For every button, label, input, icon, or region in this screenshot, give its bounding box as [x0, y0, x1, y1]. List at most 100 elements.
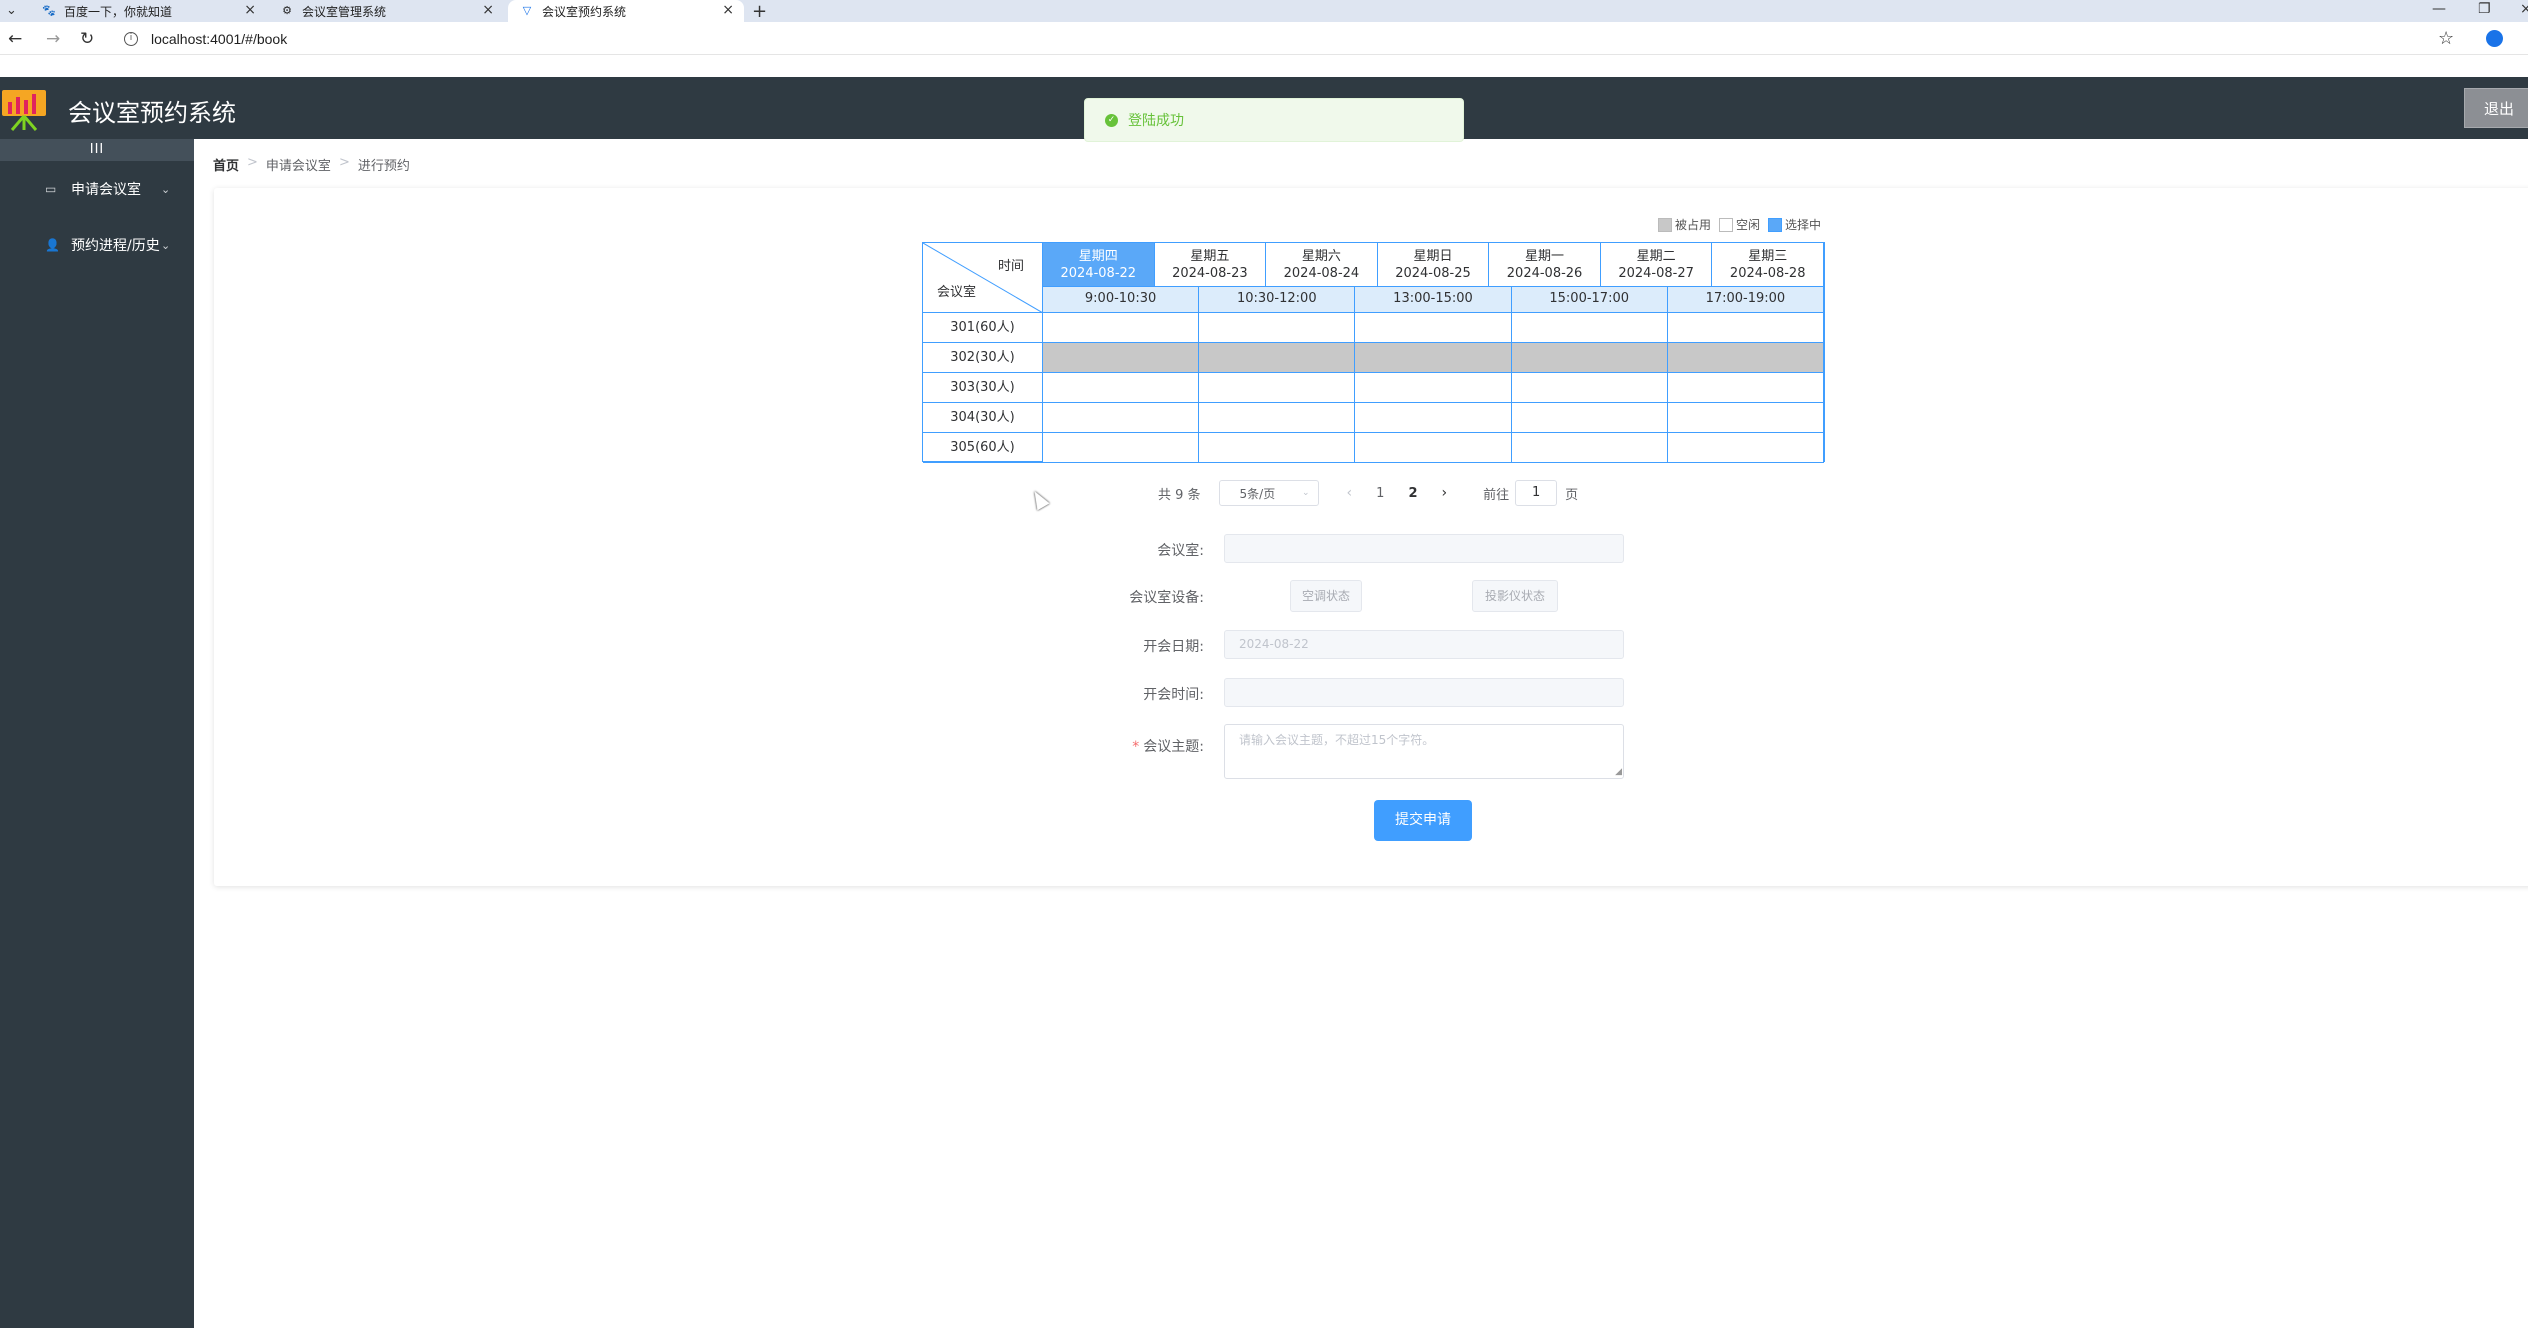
- breadcrumb-home[interactable]: 首页: [213, 155, 239, 174]
- legend-selected-label: 选择中: [1785, 218, 1822, 232]
- site-info-icon[interactable]: i: [124, 32, 138, 46]
- close-window-icon[interactable]: ×: [2520, 1, 2528, 17]
- resize-grip-icon[interactable]: ◢: [1615, 768, 1622, 777]
- day-header[interactable]: 星期四 2024-08-22: [1043, 243, 1155, 287]
- tab-search-icon[interactable]: ⌄: [6, 3, 22, 19]
- room-label: 302(30人): [923, 343, 1043, 373]
- tab-title: 会议室预约系统: [542, 4, 627, 19]
- booking-cell-free[interactable]: [1043, 433, 1200, 463]
- day-header[interactable]: 星期一 2024-08-26: [1489, 243, 1601, 287]
- booking-cell-free[interactable]: [1511, 403, 1668, 433]
- booking-cell-free[interactable]: [1043, 313, 1200, 343]
- room-label: 会议室:: [1157, 543, 1204, 559]
- booking-cell-free[interactable]: [1199, 373, 1356, 403]
- booking-cell-occupied: [1043, 343, 1200, 373]
- page-number-1[interactable]: 1: [1376, 486, 1384, 501]
- time-label: 开会时间:: [1143, 687, 1204, 703]
- page-suffix: 页: [1565, 487, 1579, 503]
- booking-cell-free[interactable]: [1199, 313, 1356, 343]
- sidebar-item-history[interactable]: 👤 预约进程/历史 ⌄: [0, 225, 194, 265]
- topic-textarea[interactable]: 请输入会议主题，不超过15个字符。 ◢: [1224, 724, 1624, 779]
- booking-cell-free[interactable]: [1667, 433, 1824, 463]
- time-slot-header: 17:00-19:00: [1667, 287, 1824, 313]
- browser-tab-booking[interactable]: ▽ 会议室预约系统 ×: [508, 0, 744, 22]
- toast-message: 登陆成功: [1128, 113, 1184, 129]
- booking-cell-free[interactable]: [1667, 403, 1824, 433]
- profile-avatar-icon[interactable]: [2486, 30, 2503, 47]
- browser-tab-admin[interactable]: ⚙ 会议室管理系统 ×: [268, 0, 504, 22]
- submit-button[interactable]: 提交申请: [1374, 800, 1472, 841]
- booking-cell-free[interactable]: [1043, 403, 1200, 433]
- room-label: 303(30人): [923, 373, 1043, 403]
- booking-cell-free[interactable]: [1355, 433, 1512, 463]
- booking-cell-free[interactable]: [1511, 433, 1668, 463]
- booking-cell-free[interactable]: [1355, 313, 1512, 343]
- day-date: 2024-08-27: [1618, 266, 1694, 281]
- booking-cell-occupied: [1355, 343, 1512, 373]
- booking-cell-occupied: [1667, 343, 1824, 373]
- topic-label-text: 会议主题:: [1143, 739, 1204, 755]
- booking-cell-free[interactable]: [1199, 433, 1356, 463]
- new-tab-button[interactable]: +: [752, 1, 767, 22]
- goto-page-input[interactable]: 1: [1515, 480, 1558, 506]
- topic-placeholder: 请输入会议主题，不超过15个字符。: [1239, 733, 1435, 747]
- app-title: 会议室预约系统: [68, 99, 236, 127]
- day-header[interactable]: 星期二 2024-08-27: [1600, 243, 1713, 287]
- url-field[interactable]: localhost:4001/#/book: [151, 31, 287, 47]
- booking-cell-free[interactable]: [1667, 313, 1824, 343]
- legend-free: 空闲: [1719, 216, 1760, 233]
- day-header[interactable]: 星期日 2024-08-25: [1377, 243, 1490, 287]
- tab-title: 百度一下，你就知道: [64, 4, 173, 19]
- day-header[interactable]: 星期六 2024-08-24: [1266, 243, 1378, 287]
- booking-cell-free[interactable]: [1511, 313, 1668, 343]
- minimize-icon[interactable]: —: [2432, 1, 2446, 17]
- bookmark-star-icon[interactable]: ☆: [2438, 28, 2454, 49]
- day-header[interactable]: 星期三 2024-08-28: [1712, 243, 1824, 287]
- prev-page-icon[interactable]: ‹: [1347, 485, 1353, 501]
- vue-favicon-icon: ▽: [522, 4, 532, 17]
- restore-icon[interactable]: ❐: [2478, 1, 2491, 17]
- sidebar: III ▭ 申请会议室 ⌄ 👤 预约进程/历史 ⌄: [0, 139, 194, 1328]
- close-tab-icon[interactable]: ×: [722, 2, 734, 18]
- legend-occupied-label: 被占用: [1675, 218, 1712, 232]
- day-date: 2024-08-25: [1395, 266, 1471, 281]
- booking-cell-free[interactable]: [1355, 373, 1512, 403]
- breadcrumb-apply: 申请会议室: [265, 159, 331, 174]
- next-page-icon[interactable]: ›: [1441, 485, 1447, 501]
- room-label: 305(60人): [923, 433, 1043, 463]
- legend-occupied: 被占用: [1658, 216, 1711, 233]
- selected-swatch: [1768, 217, 1783, 232]
- close-tab-icon[interactable]: ×: [244, 2, 256, 18]
- required-asterisk: *: [1132, 739, 1140, 755]
- booking-cell-free[interactable]: [1511, 373, 1668, 403]
- booking-cell-free[interactable]: [1043, 373, 1200, 403]
- day-date: 2024-08-22: [1060, 266, 1137, 281]
- back-arrow-icon[interactable]: ←: [8, 29, 22, 49]
- chevron-down-icon: ⌄: [161, 238, 171, 252]
- browser-tab-baidu[interactable]: 🐾 百度一下，你就知道 ×: [30, 0, 266, 22]
- day-weekday: 星期六: [1301, 249, 1341, 264]
- reload-icon[interactable]: ↻: [80, 29, 94, 49]
- booking-cell-occupied: [1199, 343, 1356, 373]
- booking-cell-free[interactable]: [1667, 373, 1824, 403]
- booking-cell-free[interactable]: [1355, 403, 1512, 433]
- room-label: 304(30人): [923, 403, 1043, 433]
- sidebar-collapse-button[interactable]: III: [0, 139, 194, 161]
- projector-status-button[interactable]: 投影仪状态: [1472, 580, 1558, 612]
- free-swatch: [1719, 217, 1734, 232]
- close-tab-icon[interactable]: ×: [482, 2, 494, 18]
- sidebar-item-apply-room[interactable]: ▭ 申请会议室 ⌄: [0, 169, 194, 209]
- page-size-select[interactable]: 5条/页 ⌄: [1218, 480, 1319, 506]
- chat-icon: ▭: [45, 182, 57, 196]
- chevron-down-icon: ⌄: [1302, 488, 1310, 498]
- room-input[interactable]: [1224, 534, 1624, 563]
- ac-status-button[interactable]: 空调状态: [1290, 580, 1362, 612]
- day-header[interactable]: 星期五 2024-08-23: [1154, 243, 1267, 287]
- booking-cell-free[interactable]: [1199, 403, 1356, 433]
- forward-arrow-icon[interactable]: →: [46, 29, 60, 49]
- day-weekday: 星期四: [1078, 249, 1118, 264]
- time-input[interactable]: [1224, 678, 1624, 707]
- date-input[interactable]: 2024-08-22: [1224, 630, 1624, 659]
- page-number-2[interactable]: 2: [1408, 486, 1417, 501]
- logout-button[interactable]: 退出: [2464, 88, 2528, 128]
